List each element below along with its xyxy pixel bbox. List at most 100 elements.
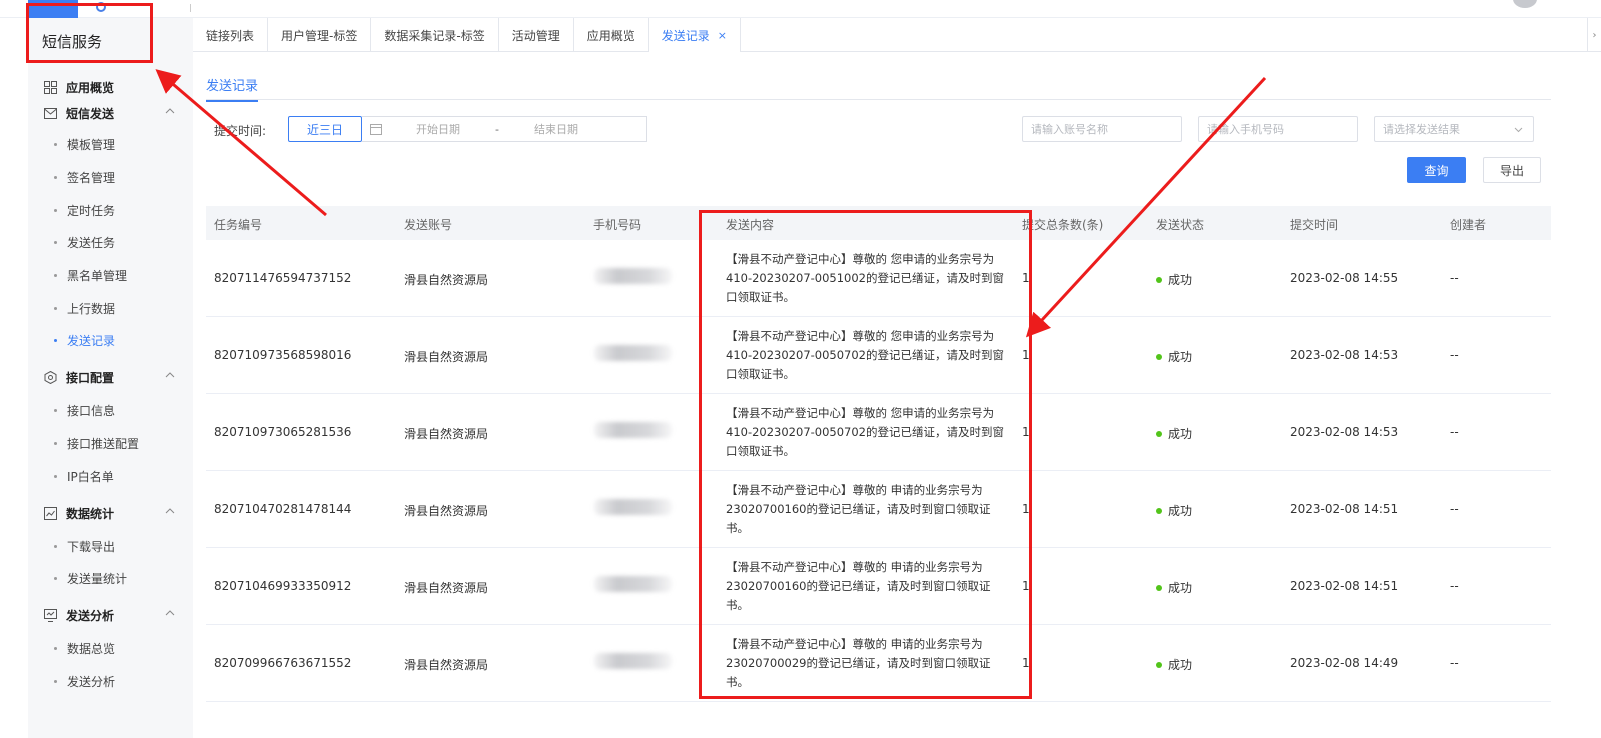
- mail-icon: [44, 107, 57, 119]
- chevron-up-icon[interactable]: [165, 106, 175, 116]
- masked-phone: [594, 422, 672, 438]
- tab-user-tags[interactable]: 用户管理-标签: [268, 18, 372, 52]
- sidebar-item-signature[interactable]: 签名管理: [28, 165, 193, 189]
- submit-time: 2023-02-08 14:49: [1290, 656, 1399, 670]
- export-button[interactable]: 导出: [1483, 157, 1541, 183]
- bullet-icon: [54, 338, 57, 342]
- task-id: 820711476594737152: [214, 271, 352, 285]
- tab-data-collection-tags[interactable]: 数据采集记录-标签: [371, 18, 499, 52]
- chevron-up-icon[interactable]: [165, 370, 175, 380]
- start-date-field[interactable]: 开始日期: [416, 121, 460, 137]
- result-placeholder: 请选择发送结果: [1383, 123, 1460, 136]
- sidebar-item-send-volume[interactable]: 发送量统计: [28, 566, 193, 590]
- sidebar-item-data-overview[interactable]: 数据总览: [28, 636, 193, 660]
- sidebar-group-sms-send[interactable]: 短信发送: [28, 100, 193, 126]
- end-date-field[interactable]: 结束日期: [534, 121, 578, 137]
- send-result-select[interactable]: 请选择发送结果: [1374, 116, 1534, 142]
- tab-link-list[interactable]: 链接列表: [193, 18, 269, 52]
- sidebar-group-data-stats[interactable]: 数据统计: [28, 500, 193, 526]
- sidebar: 短信服务 应用概览 短信发送 模板管理 签名管理 定时任务 发送任务 黑名单管理…: [28, 18, 193, 738]
- masked-phone: [594, 499, 672, 515]
- account-name-input[interactable]: 请输入账号名称: [1022, 116, 1182, 142]
- sidebar-item-blacklist[interactable]: 黑名单管理: [28, 263, 193, 287]
- sidebar-item-api-push[interactable]: 接口推送配置: [28, 431, 193, 455]
- table-row[interactable]: 820710470281478144 滑县自然资源局 【滑县不动产登记中心】尊敬…: [206, 471, 1551, 548]
- status-dot: [1156, 276, 1162, 283]
- table-row[interactable]: 820711476594737152 滑县自然资源局 【滑县不动产登记中心】尊敬…: [206, 240, 1551, 317]
- logo[interactable]: [28, 0, 78, 18]
- sidebar-item-template[interactable]: 模板管理: [28, 132, 193, 156]
- submit-count: 1: [1022, 502, 1030, 516]
- range-separator: -: [495, 122, 499, 136]
- submit-count: 1: [1022, 656, 1030, 670]
- sidebar-item-label: 发送量统计: [67, 571, 128, 586]
- column-header: 发送账号: [404, 218, 453, 232]
- chart-icon: [44, 506, 57, 520]
- sidebar-item-download-export[interactable]: 下载导出: [28, 534, 193, 558]
- submit-time: 2023-02-08 14:55: [1290, 271, 1399, 285]
- send-content: 【滑县不动产登记中心】尊敬的 申请的业务宗号为23020700160的登记已缮证…: [726, 483, 991, 535]
- top-bar: [0, 0, 1601, 18]
- tab-label: 数据采集记录-标签: [384, 28, 485, 43]
- tab-activity-management[interactable]: 活动管理: [499, 18, 574, 52]
- sidebar-item-label: 发送任务: [67, 235, 116, 250]
- sidebar-group-label: 应用概览: [66, 80, 115, 95]
- date-range-picker[interactable]: 开始日期 - 结束日期: [362, 116, 647, 142]
- status-badge: 成功: [1156, 579, 1192, 596]
- sidebar-group-api-config[interactable]: 接口配置: [28, 364, 193, 390]
- query-button[interactable]: 查询: [1407, 157, 1466, 183]
- table-row[interactable]: 820710973065281536 滑县自然资源局 【滑县不动产登记中心】尊敬…: [206, 394, 1551, 471]
- sidebar-item-ip-whitelist[interactable]: IP白名单: [28, 464, 193, 488]
- tab-app-overview[interactable]: 应用概览: [574, 18, 649, 52]
- phone-number-input[interactable]: 请输入手机号码: [1198, 116, 1358, 142]
- bullet-icon: [54, 474, 57, 478]
- send-account: 滑县自然资源局: [404, 273, 489, 287]
- close-icon[interactable]: ×: [718, 29, 727, 42]
- send-account: 滑县自然资源局: [404, 427, 489, 441]
- table-row[interactable]: 820710973568598016 滑县自然资源局 【滑县不动产登记中心】尊敬…: [206, 317, 1551, 394]
- sidebar-item-label: 发送记录: [67, 333, 116, 348]
- status-dot: [1156, 507, 1162, 514]
- sidebar-item-upstream-data[interactable]: 上行数据: [28, 296, 193, 320]
- sidebar-item-scheduled-task[interactable]: 定时任务: [28, 198, 193, 222]
- app-icon[interactable]: [96, 2, 106, 12]
- bullet-icon: [54, 679, 57, 683]
- tab-label: 用户管理-标签: [281, 28, 358, 43]
- submit-count: 1: [1022, 348, 1030, 362]
- chevron-right-icon[interactable]: ›: [1587, 18, 1601, 52]
- task-id: 820710469933350912: [214, 579, 352, 593]
- bullet-icon: [54, 273, 57, 277]
- chevron-up-icon[interactable]: [165, 506, 175, 516]
- sidebar-item-send-task[interactable]: 发送任务: [28, 230, 193, 254]
- task-id: 820709966763671552: [214, 656, 352, 670]
- divider: [190, 4, 191, 12]
- sidebar-item-api-info[interactable]: 接口信息: [28, 398, 193, 422]
- avatar[interactable]: [1513, 0, 1537, 8]
- status-text: 成功: [1168, 427, 1193, 441]
- page-title[interactable]: 发送记录: [206, 75, 259, 102]
- tab-send-records[interactable]: 发送记录 ×: [648, 18, 741, 52]
- sidebar-item-app-overview[interactable]: 应用概览: [28, 74, 193, 100]
- sidebar-group-send-analysis[interactable]: 发送分析: [28, 602, 193, 628]
- sidebar-item-label: 定时任务: [67, 203, 116, 218]
- column-header: 提交总条数(条): [1022, 218, 1104, 232]
- chevron-up-icon[interactable]: [165, 608, 175, 618]
- sidebar-item-label: IP白名单: [67, 469, 114, 484]
- sidebar-item-label: 上行数据: [67, 301, 116, 316]
- creator: --: [1450, 656, 1459, 670]
- sidebar-item-send-analysis[interactable]: 发送分析: [28, 669, 193, 693]
- table-row[interactable]: 820709966763671552 滑县自然资源局 【滑县不动产登记中心】尊敬…: [206, 625, 1551, 702]
- submit-time: 2023-02-08 14:53: [1290, 348, 1399, 362]
- masked-phone: [594, 653, 672, 669]
- bullet-icon: [54, 646, 57, 650]
- sidebar-item-label: 黑名单管理: [67, 268, 128, 283]
- send-content: 【滑县不动产登记中心】尊敬的 您申请的业务宗号为410-20230207-005…: [726, 406, 1004, 458]
- tab-label: 发送记录: [661, 28, 710, 43]
- last-three-days-button[interactable]: 近三日: [288, 116, 362, 142]
- sidebar-item-send-records[interactable]: 发送记录: [28, 328, 193, 352]
- table-row[interactable]: 820710469933350912 滑县自然资源局 【滑县不动产登记中心】尊敬…: [206, 548, 1551, 625]
- task-id: 820710973568598016: [214, 348, 352, 362]
- sidebar-item-label: 接口推送配置: [67, 436, 140, 451]
- column-header: 任务编号: [214, 218, 263, 232]
- column-header: 手机号码: [593, 218, 642, 232]
